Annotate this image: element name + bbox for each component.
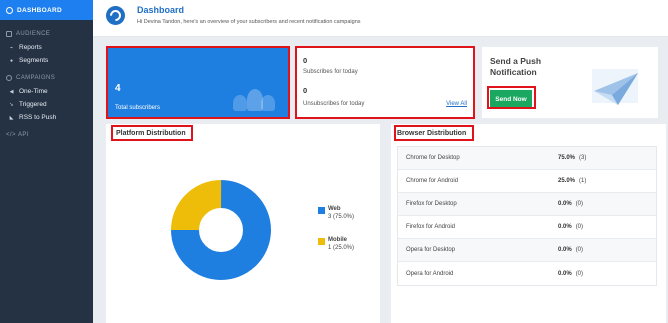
reports-icon: ⌁ xyxy=(9,44,13,51)
paper-plane-icon xyxy=(592,69,638,105)
page-subtitle: Hi Devina Tandon, here's an overview of … xyxy=(137,19,361,25)
legend-mobile-swatch xyxy=(318,238,325,245)
segments-icon: ● xyxy=(9,57,14,64)
legend-web-label: Web xyxy=(328,206,341,212)
audience-icon xyxy=(6,30,12,37)
sidebar-item-triggered[interactable]: ➘ Triggered xyxy=(0,98,93,111)
unsubscribes-today-label: Unsubscribes for today xyxy=(303,101,365,107)
total-subscribers-label: Total subscribers xyxy=(115,105,161,111)
sidebar-item-rss[interactable]: ◣ RSS to Push xyxy=(0,111,93,124)
send-push-card: Send a Push Notification Send Now xyxy=(482,47,658,118)
browser-distribution-title: Browser Distribution xyxy=(397,130,467,137)
sidebar-section-api[interactable]: </> API xyxy=(0,130,93,139)
dashboard-icon xyxy=(6,6,13,14)
table-row: Opera for Android 0.0% (0) xyxy=(406,270,584,277)
page-title: Dashboard xyxy=(137,5,185,15)
view-all-link[interactable]: View All xyxy=(446,101,467,107)
legend-mobile-value: 1 (25.0%) xyxy=(328,244,355,251)
sidebar-item-reports[interactable]: ⌁ Reports xyxy=(0,41,93,54)
subscribers-icon xyxy=(233,85,275,111)
total-subscribers-value: 4 xyxy=(115,83,121,94)
sidebar-item-one-time[interactable]: ◀ One-Time xyxy=(0,85,93,98)
api-icon: </> xyxy=(6,131,16,138)
platform-donut-chart xyxy=(171,180,271,280)
rss-icon: ◣ xyxy=(9,114,14,121)
subscription-stats-card: 0 Subscribes for today 0 Unsubscribes fo… xyxy=(297,47,473,118)
sidebar-item-segments[interactable]: ● Segments xyxy=(0,54,93,67)
sidebar-section-campaigns: CAMPAIGNS xyxy=(0,73,93,82)
send-now-button[interactable]: Send Now xyxy=(490,90,532,108)
legend-web-value: 3 (75.0%) xyxy=(328,213,355,220)
total-subscribers-card: 4 Total subscribers xyxy=(106,47,289,118)
table-row: Firefox for Android 0.0% (0) xyxy=(398,216,656,239)
sidebar-item-dashboard[interactable]: DASHBOARD xyxy=(0,0,93,20)
table-row: Chrome for Desktop 75.0% (3) xyxy=(398,147,656,170)
legend-mobile-label: Mobile xyxy=(328,237,347,243)
one-time-icon: ◀ xyxy=(9,88,14,95)
triggered-icon: ➘ xyxy=(9,101,14,108)
page-header: Dashboard Hi Devina Tandon, here's an ov… xyxy=(93,0,668,37)
sidebar-item-label: DASHBOARD xyxy=(17,6,62,14)
subscribes-today-label: Subscribes for today xyxy=(303,69,358,75)
legend-web: Web 3 (75.0%) xyxy=(328,206,354,221)
campaigns-icon xyxy=(6,74,12,81)
browser-table: Chrome for Desktop 75.0% (3) Chrome for … xyxy=(397,146,657,286)
sidebar-section-audience: AUDIENCE xyxy=(0,29,93,38)
subscribes-today-value: 0 xyxy=(303,56,308,65)
unsubscribes-today-value: 0 xyxy=(303,86,308,95)
logo-icon xyxy=(106,6,125,25)
legend-web-swatch xyxy=(318,207,325,214)
sidebar: DASHBOARD AUDIENCE ⌁ Reports ● Segments … xyxy=(0,0,93,323)
send-push-title: Send a Push Notification xyxy=(490,56,542,77)
table-row: Firefox for Desktop 0.0% (0) xyxy=(398,193,656,216)
platform-distribution-title: Platform Distribution xyxy=(116,130,186,137)
table-row: Opera for Desktop 0.0% (0) xyxy=(398,239,656,262)
legend-mobile: Mobile 1 (25.0%) xyxy=(328,237,354,252)
table-row: Chrome for Android 25.0% (1) xyxy=(398,170,656,193)
